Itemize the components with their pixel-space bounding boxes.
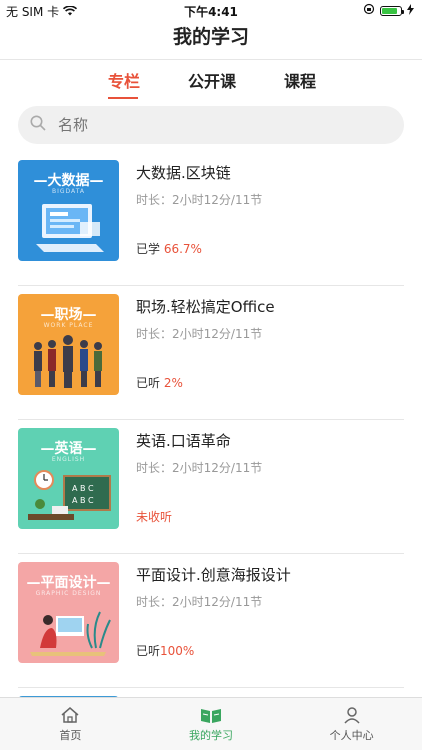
tabbar-item-profile[interactable]: 个人中心 — [281, 698, 422, 750]
course-item[interactable]: —平面设计— GRAPHIC DESIGN 平面设计.创意海报设计 时长：2小时… — [18, 554, 404, 688]
status-bar: 无 SIM 卡 下午4:41 — [0, 0, 422, 22]
status-time: 下午4:41 — [184, 5, 238, 19]
active-tab-indicator — [108, 97, 138, 99]
orientation-lock-icon — [363, 3, 375, 18]
tabbar-item-home[interactable]: 首页 — [0, 698, 141, 750]
course-duration: 时长：2小时12分/11节 — [136, 595, 263, 609]
course-item[interactable]: —大数据— BIGDATA 大数据.区块链 时长：2小时12分/11节 已学 6… — [18, 152, 404, 286]
course-thumbnail-english: —英语— ENGLISH A B C A B C — [18, 428, 119, 529]
course-thumbnail-bigdata: —大数据— BIGDATA — [18, 160, 119, 261]
course-duration: 时长：2小时12分/11节 — [136, 327, 263, 341]
person-icon — [344, 706, 360, 724]
course-progress: 已听 2% — [136, 376, 183, 390]
course-item[interactable]: —职场— WORK PLACE 职场.轻松搞定Office 时长：2小时12分/… — [18, 286, 404, 420]
course-item[interactable]: —英语— ENGLISH A B C A B C 英语.口语革命 时长：2小时1… — [18, 420, 404, 554]
course-list: —大数据— BIGDATA 大数据.区块链 时长：2小时12分/11节 已学 6… — [0, 152, 422, 688]
tab-column[interactable]: 专栏 — [108, 68, 140, 92]
course-thumbnail-workplace: —职场— WORK PLACE — [18, 294, 119, 395]
course-progress: 已听100% — [136, 644, 195, 658]
search-icon — [30, 115, 46, 135]
search-input[interactable] — [56, 115, 360, 135]
tab-course[interactable]: 课程 — [284, 68, 316, 92]
course-thumbnail-graphic-design: —平面设计— GRAPHIC DESIGN — [18, 562, 119, 663]
charging-icon — [407, 3, 414, 18]
course-title: 平面设计.创意海报设计 — [136, 566, 291, 584]
home-icon — [61, 706, 79, 723]
course-progress: 已学 66.7% — [136, 242, 202, 256]
course-title: 英语.口语革命 — [136, 432, 231, 450]
course-duration: 时长：2小时12分/11节 — [136, 193, 263, 207]
course-progress: 未收听 — [136, 510, 173, 524]
svg-text:A B C: A B C — [72, 484, 94, 493]
tabbar-item-my-learning[interactable]: 我的学习 — [141, 698, 282, 750]
tab-open-course[interactable]: 公开课 — [188, 68, 236, 92]
course-title: 职场.轻松搞定Office — [136, 298, 275, 316]
battery-icon — [380, 5, 404, 16]
tab-bar: 专栏 公开课 课程 — [0, 66, 422, 102]
course-duration: 时长：2小时12分/11节 — [136, 461, 263, 475]
page-title: 我的学习 — [0, 22, 422, 60]
book-icon — [201, 708, 221, 723]
course-title: 大数据.区块链 — [136, 164, 231, 182]
bottom-tab-bar: 首页 我的学习 个人中心 — [0, 697, 422, 750]
svg-text:A B C: A B C — [72, 496, 94, 505]
search-bar[interactable] — [18, 106, 404, 144]
